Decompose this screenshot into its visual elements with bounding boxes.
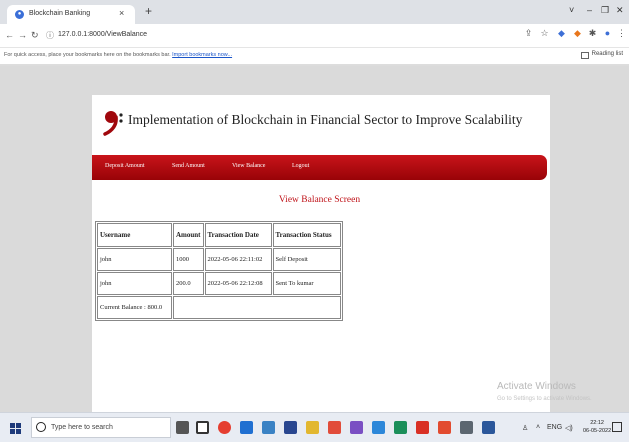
speaker-icon[interactable]: ◁) [565,424,573,432]
cell-username: john [97,248,172,271]
taskbar-search-box[interactable]: Type here to search [31,417,171,438]
browser-tab[interactable]: ● Blockchain Banking × [7,5,135,24]
tab-search-icon[interactable]: ˅ [569,5,574,15]
logo-icon [103,111,123,136]
person-icon[interactable]: ♙ [522,424,528,432]
table-header-row: Username Amount Transaction Date Transac… [97,223,341,247]
activate-windows-title: Activate Windows [497,381,576,392]
current-balance: Current Balance : 800.0 [97,296,172,319]
balance-filler-cell [173,296,341,319]
taskbar: Type here to search ♙ ˄ ENG ◁) 22:12 06-… [0,412,629,442]
maximize-button[interactable]: ❐ [601,5,609,16]
cell-date: 2022-05-06 22:12:08 [204,272,272,295]
app-icon[interactable] [416,421,429,434]
clock-date: 06-05-2022 [583,428,612,434]
app-icon[interactable] [372,421,385,434]
clock-time: 22:12 [590,420,604,426]
globe-icon: ● [15,10,24,19]
header-transaction-date: Transaction Date [204,223,272,247]
reading-list-label: Reading list [591,51,623,57]
reload-icon[interactable]: ↻ [31,30,39,41]
chevron-up-icon[interactable]: ˄ [536,424,540,431]
notification-icon[interactable] [612,422,622,432]
edge-icon[interactable] [240,421,253,434]
header-transaction-status: Transaction Status [272,223,341,247]
app-icon[interactable] [394,421,407,434]
reading-list-button[interactable]: Reading list [580,51,623,59]
system-clock[interactable]: 22:12 06-05-2022 [583,419,611,435]
menu-send-amount[interactable]: Send Amount [172,163,205,169]
new-tab-button[interactable]: + [145,4,152,18]
cell-status: Self Deposit [272,248,341,271]
header-amount: Amount [173,223,204,247]
bookmark-star-icon[interactable]: ☆ [540,29,549,38]
app-icon[interactable] [350,421,363,434]
chrome-icon[interactable] [218,421,231,434]
content-card: Implementation of Blockchain in Financia… [92,95,550,412]
search-icon [36,422,46,432]
app-icon[interactable] [460,421,473,434]
screen-title: View Balance Screen [278,195,361,205]
site-title: Implementation of Blockchain in Financia… [128,112,523,127]
back-arrow-icon[interactable]: ← [5,30,14,40]
more-menu-icon[interactable]: ⋮ [617,29,626,38]
cell-username: john [97,272,172,295]
table-row-balance: Current Balance : 800.0 [97,296,341,319]
search-placeholder: Type here to search [51,424,113,431]
import-bookmarks-link[interactable]: Import bookmarks now... [172,52,232,58]
tab-close-icon[interactable]: × [119,8,124,18]
menu-deposit-amount[interactable]: Deposit Amount [105,163,145,169]
fox-extension-icon[interactable]: ◆ [573,29,582,38]
cell-date: 2022-05-06 22:11:02 [204,248,272,271]
page-viewport: Implementation of Blockchain in Financia… [0,66,629,412]
app-icon[interactable] [328,421,341,434]
table-row: john 1000 2022-05-06 22:11:02 Self Depos… [97,248,341,271]
table-row: john 200.0 2022-05-06 22:12:08 Sent To k… [97,272,341,295]
share-icon[interactable]: ⇪ [524,29,533,38]
app-icon[interactable] [482,421,495,434]
activate-windows-subtitle: Go to Settings to activate Windows. [497,396,592,402]
profile-icon[interactable]: ● [603,29,612,38]
cell-amount: 200.0 [173,272,204,295]
cell-status: Sent To kumar [272,272,341,295]
browser-toolbar: ← → ↻ ⓘ 127.0.0.1:8000/ViewBalance ⇪ ☆ ◆… [0,24,629,48]
site-info-icon[interactable]: ⓘ [46,30,54,41]
header-username: Username [97,223,172,247]
menu-logout[interactable]: Logout [292,163,309,169]
app-icon[interactable] [284,421,297,434]
shield-extension-icon[interactable]: ◆ [557,29,566,38]
store-icon[interactable] [262,421,275,434]
forward-arrow-icon[interactable]: → [18,30,27,40]
reading-list-icon [580,52,589,59]
menu-view-balance[interactable]: View Balance [232,163,265,169]
microphone-icon[interactable] [176,421,189,434]
main-menu: Deposit Amount Send Amount View Balance … [92,155,547,180]
minimize-button[interactable]: – [587,5,592,15]
bookmarks-bar: For quick access, place your bookmarks h… [0,48,629,65]
cell-amount: 1000 [173,248,204,271]
tab-strip: ● Blockchain Banking × + ˅ – ❐ ✕ [0,0,629,24]
app-icon[interactable] [438,421,451,434]
address-bar[interactable]: 127.0.0.1:8000/ViewBalance [58,31,147,38]
file-explorer-icon[interactable] [306,421,319,434]
tab-title: Blockchain Banking [29,10,91,17]
windows-start-icon[interactable] [10,423,21,434]
task-view-icon[interactable] [196,421,209,434]
bookmarks-hint: For quick access, place your bookmarks h… [4,52,232,58]
transactions-table: Username Amount Transaction Date Transac… [95,221,343,321]
language-icon[interactable]: ENG [547,424,562,431]
puzzle-extensions-icon[interactable]: ✱ [588,29,597,38]
bookmarks-hint-text: For quick access, place your bookmarks h… [4,52,171,58]
close-window-button[interactable]: ✕ [616,5,624,16]
